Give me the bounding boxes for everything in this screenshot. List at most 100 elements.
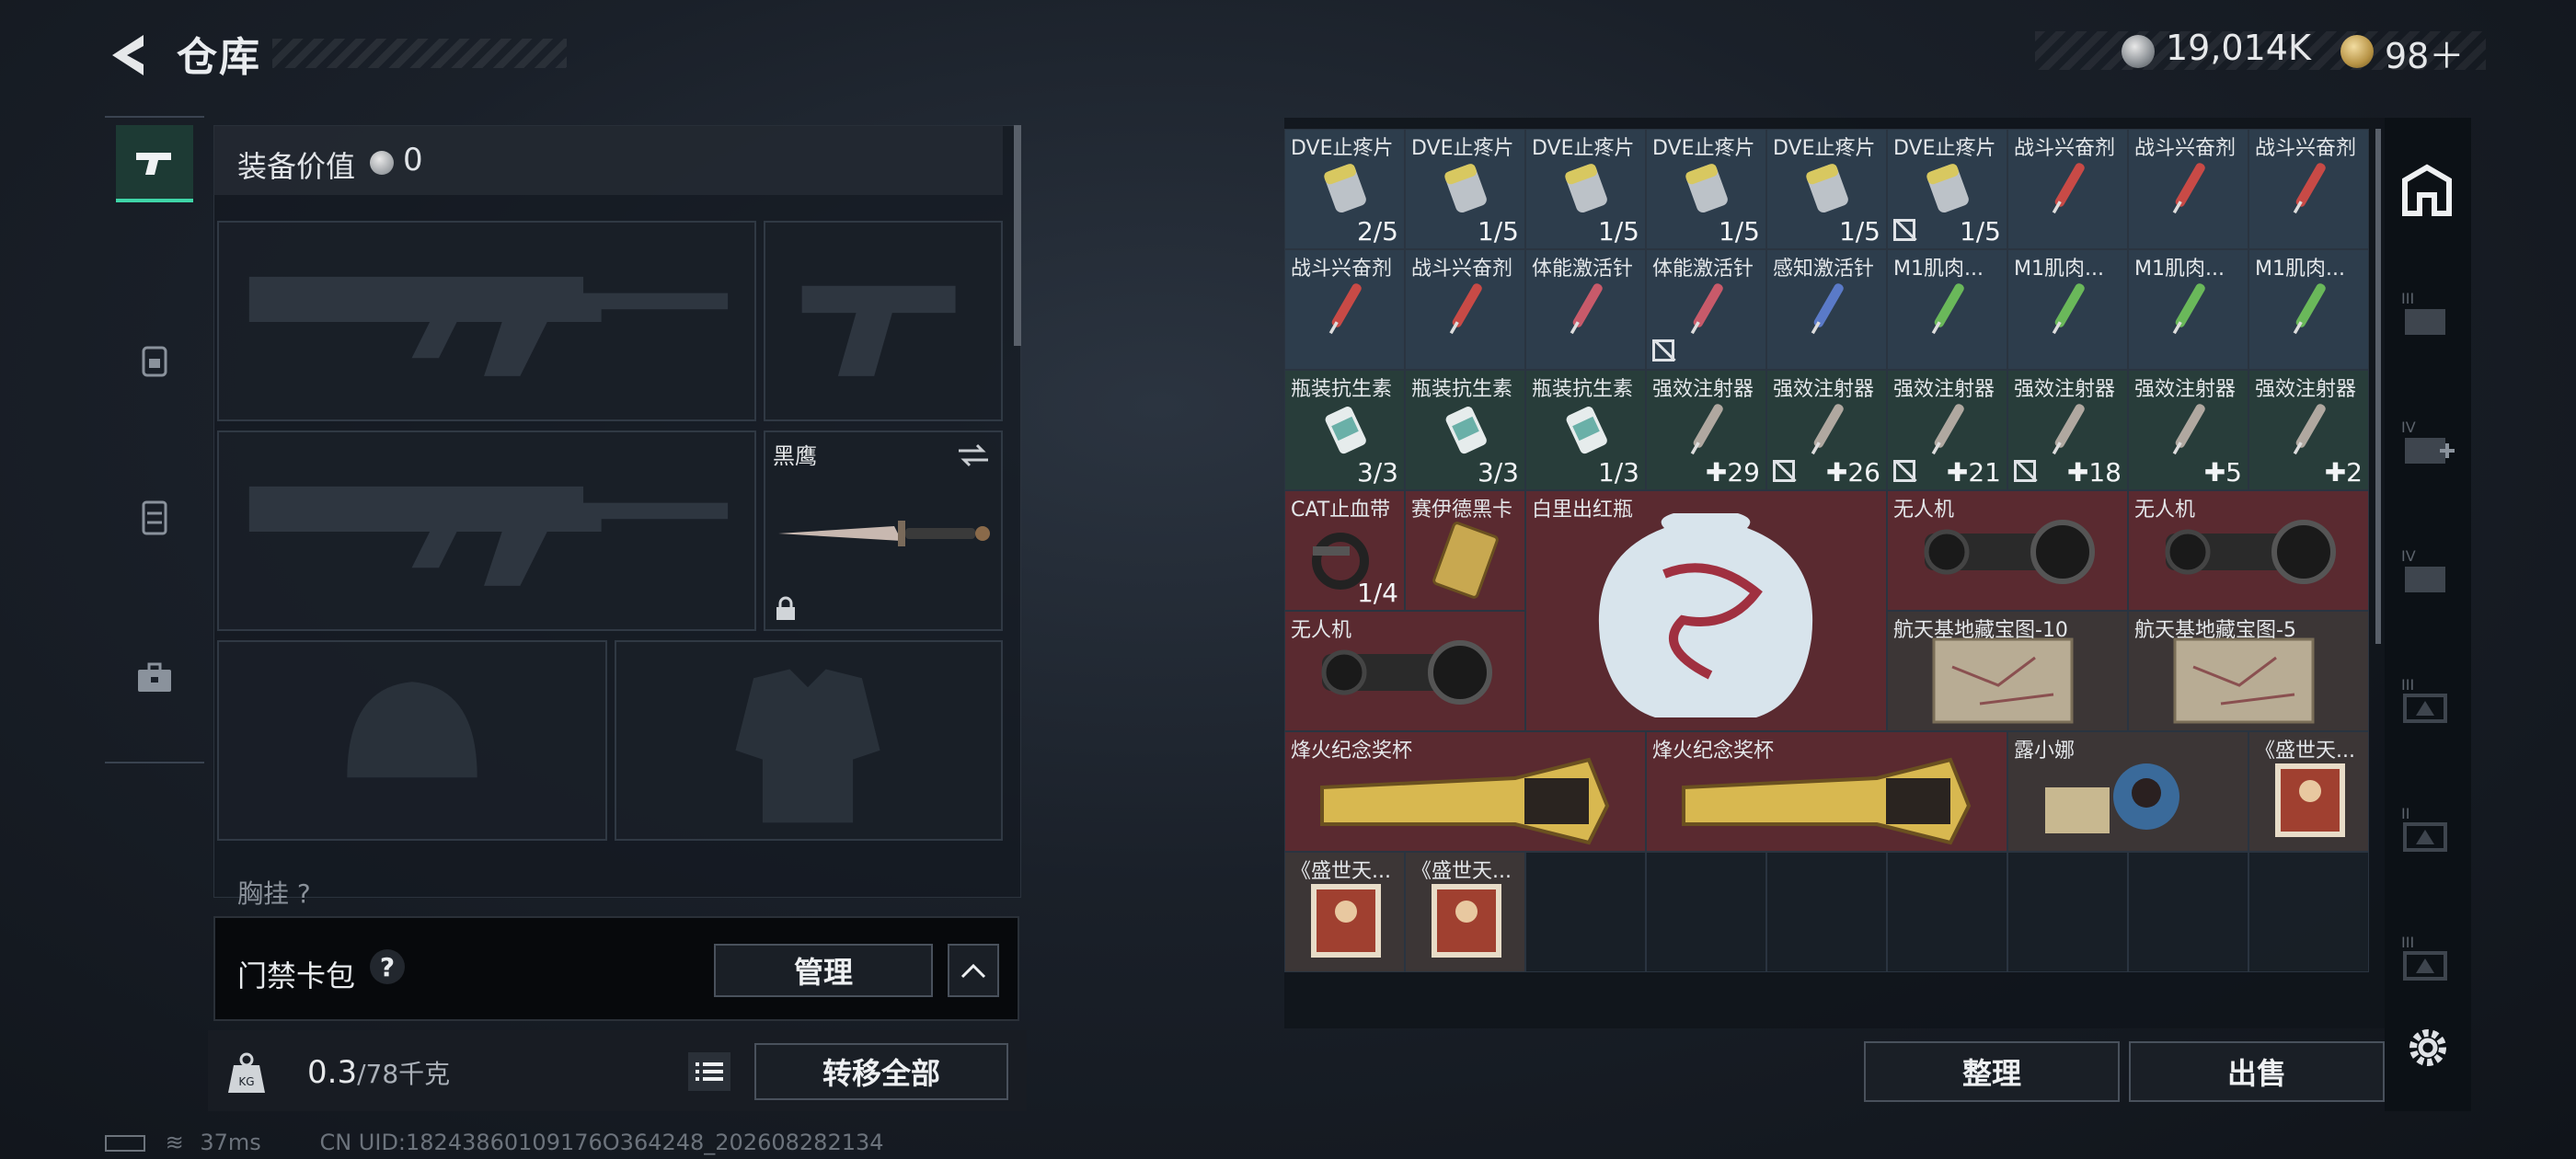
storage-scrollbar[interactable] <box>2375 129 2381 644</box>
storage-cell[interactable]: 战斗兴奋剂 <box>2248 129 2369 249</box>
storage-cell[interactable]: 瓶装抗生素 3/3 <box>1284 370 1405 490</box>
no-trade-icon <box>1652 339 1674 361</box>
storage-cell[interactable]: DVE止疼片 1/5 <box>1646 129 1766 249</box>
tab-backpack[interactable] <box>116 322 193 399</box>
item-name: 无人机 <box>1893 499 1955 522</box>
storage-cell[interactable]: DVE止疼片 1/5 <box>1405 129 1525 249</box>
storage-cell[interactable]: M1肌肉... <box>1887 249 2007 370</box>
item-count: ✚29 <box>1705 457 1760 488</box>
item-name: 战斗兴奋剂 <box>1291 258 1393 281</box>
storage-cell[interactable]: M1肌肉... <box>2007 249 2128 370</box>
item-name: 感知激活针 <box>1773 258 1875 281</box>
primary-weapon-slot-2[interactable] <box>217 430 756 631</box>
manage-button[interactable]: 管理 <box>714 944 933 997</box>
armor-slot[interactable] <box>615 640 1003 841</box>
warehouse-2-icon[interactable]: II <box>2398 800 2456 859</box>
empty-cell[interactable] <box>1766 852 1887 972</box>
storage-cell[interactable]: 体能激活针 <box>1525 249 1646 370</box>
value-coin-icon <box>370 151 394 175</box>
storage-cell[interactable]: 战斗兴奋剂 <box>1284 249 1405 370</box>
transfer-all-button[interactable]: 转移全部 <box>754 1043 1008 1100</box>
storage-cell[interactable]: 感知激活针 <box>1766 249 1887 370</box>
empty-cell[interactable] <box>2007 852 2128 972</box>
keycard-item[interactable]: 赛伊德黑卡 <box>1405 490 1525 611</box>
primary-weapon-slot-1[interactable] <box>217 221 756 421</box>
storage-cell[interactable]: M1肌肉... <box>2248 249 2369 370</box>
melee-slot[interactable]: 黑鹰 <box>764 430 1003 631</box>
item-count: 1/5 <box>1838 216 1880 247</box>
item-icon <box>1433 396 1498 465</box>
helmet-slot[interactable] <box>217 640 607 841</box>
drone-item[interactable]: 无人机 <box>2128 490 2369 611</box>
sell-button[interactable]: 出售 <box>2129 1041 2385 1102</box>
help-icon[interactable]: ? <box>370 949 405 984</box>
storage-cell[interactable]: 强效注射器 ✚26 <box>1766 370 1887 490</box>
storage-cell[interactable]: DVE止疼片 2/5 <box>1284 129 1405 249</box>
collapse-button[interactable] <box>948 944 999 997</box>
sort-button[interactable]: 整理 <box>1864 1041 2120 1102</box>
storage-cell[interactable]: 强效注射器 ✚5 <box>2128 370 2248 490</box>
warehouse-3-icon[interactable]: III <box>2398 285 2456 344</box>
item-icon <box>1915 276 1980 344</box>
trophy-item[interactable]: 烽火纪念奖杯 <box>1646 731 2007 852</box>
item-name: 战斗兴奋剂 <box>2255 137 2357 160</box>
back-arrow-icon[interactable] <box>103 28 158 83</box>
storage-cell[interactable]: 强效注射器 ✚21 <box>1887 370 2007 490</box>
gear-icon[interactable] <box>2401 1021 2455 1074</box>
svg-text:III: III <box>2401 290 2414 307</box>
storage-home-icon[interactable] <box>2398 162 2456 221</box>
empty-cell[interactable] <box>1887 852 2007 972</box>
treasure-map-item[interactable]: 航天基地藏宝图-5 <box>2128 611 2369 731</box>
item-name: 航天基地藏宝图-10 <box>1893 619 2068 642</box>
drone-item[interactable]: 无人机 <box>1284 611 1525 731</box>
page-title: 仓库 <box>177 34 261 81</box>
list-view-button[interactable] <box>688 1052 730 1091</box>
warehouse-4-icon[interactable]: IV <box>2398 543 2456 602</box>
item-name: 航天基地藏宝图-5 <box>2134 619 2296 642</box>
storage-cell[interactable]: 瓶装抗生素 3/3 <box>1405 370 1525 490</box>
storage-cell[interactable]: 战斗兴奋剂 <box>1405 249 1525 370</box>
storage-cell[interactable]: DVE止疼片 1/5 <box>1766 129 1887 249</box>
pistol-slot[interactable] <box>764 221 1003 421</box>
weight-readout: 0.3/78千克 <box>307 1054 450 1091</box>
no-trade-icon <box>1773 460 1795 482</box>
empty-cell[interactable] <box>2128 852 2248 972</box>
doll-item[interactable]: 露小娜 <box>2007 731 2248 852</box>
storage-cell[interactable]: 战斗兴奋剂 <box>2128 129 2248 249</box>
warehouse-3b-icon[interactable]: III <box>2398 671 2456 730</box>
item-count: 1/5 <box>1959 216 2001 247</box>
storage-cell[interactable]: 强效注射器 ✚29 <box>1646 370 1766 490</box>
book-item[interactable]: 《盛世天... <box>1405 852 1525 972</box>
warehouse-3c-icon[interactable]: III <box>2398 929 2456 988</box>
tourniquet-item[interactable]: CAT止血带 1/4 <box>1284 490 1405 611</box>
storage-cell[interactable]: 战斗兴奋剂 <box>2007 129 2128 249</box>
drone-item[interactable]: 无人机 <box>1887 490 2128 611</box>
vase-item[interactable]: 白里出红瓶 <box>1525 490 1887 731</box>
tab-vest[interactable] <box>116 478 193 556</box>
book-item[interactable]: 《盛世天... <box>1284 852 1405 972</box>
empty-cell[interactable] <box>2248 852 2369 972</box>
storage-cell[interactable]: DVE止疼片 1/5 <box>1525 129 1646 249</box>
trophy-item[interactable]: 烽火纪念奖杯 <box>1284 731 1646 852</box>
storage-cell[interactable]: M1肌肉... <box>2128 249 2248 370</box>
warehouse-4-add-icon[interactable]: IV <box>2398 414 2456 473</box>
storage-cell[interactable]: 强效注射器 ✚18 <box>2007 370 2128 490</box>
gold-currency-value[interactable]: 98＋ <box>2385 28 2464 78</box>
storage-cell[interactable]: 体能激活针 <box>1646 249 1766 370</box>
equipment-scrollbar[interactable] <box>1014 125 1021 346</box>
swap-icon[interactable] <box>955 442 992 469</box>
item-count: 3/3 <box>1477 457 1519 488</box>
item-icon <box>1795 276 1859 344</box>
empty-cell[interactable] <box>1646 852 1766 972</box>
tab-weapons[interactable] <box>116 125 193 202</box>
item-icon <box>1915 396 1980 465</box>
storage-cell[interactable]: 瓶装抗生素 1/3 <box>1525 370 1646 490</box>
item-icon <box>1554 396 1618 465</box>
empty-cell[interactable] <box>1525 852 1646 972</box>
tab-case[interactable] <box>116 638 193 716</box>
item-count: ✚5 <box>2203 457 2242 488</box>
book-item[interactable]: 《盛世天... <box>2248 731 2369 852</box>
treasure-map-item[interactable]: 航天基地藏宝图-10 <box>1887 611 2128 731</box>
storage-cell[interactable]: DVE止疼片 1/5 <box>1887 129 2007 249</box>
storage-cell[interactable]: 强效注射器 ✚2 <box>2248 370 2369 490</box>
